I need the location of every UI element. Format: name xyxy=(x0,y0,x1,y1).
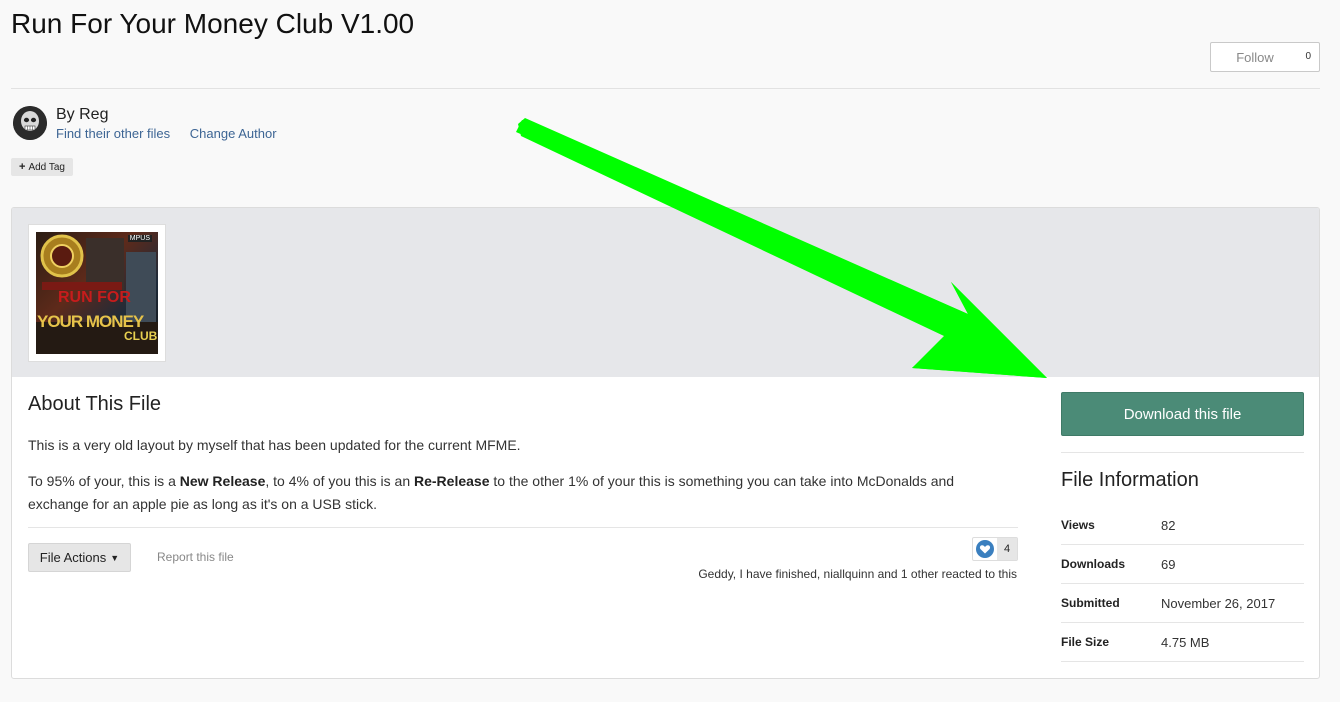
avatar[interactable] xyxy=(13,106,47,140)
follow-button[interactable]: Follow 0 xyxy=(1210,42,1320,72)
file-info-row: Submitted November 26, 2017 xyxy=(1061,584,1304,623)
file-thumbnail[interactable]: MPUS RUN FOR YOUR MONEY CLUB xyxy=(28,224,166,362)
follow-label: Follow xyxy=(1236,49,1274,65)
author-links: Find their other files Change Author xyxy=(56,126,293,141)
download-button[interactable]: Download this file xyxy=(1061,392,1304,436)
file-header-band: MPUS RUN FOR YOUR MONEY CLUB xyxy=(12,208,1319,377)
report-file-link[interactable]: Report this file xyxy=(157,550,234,564)
add-tag-label: Add Tag xyxy=(28,161,65,173)
thumbnail-image: MPUS RUN FOR YOUR MONEY CLUB xyxy=(36,232,158,354)
heart-icon xyxy=(973,538,997,560)
file-info-value: 4.75 MB xyxy=(1161,634,1210,650)
file-info-row: File Size 4.75 MB xyxy=(1061,623,1304,662)
plus-icon: + xyxy=(19,161,26,173)
follow-count: 0 xyxy=(1305,51,1311,62)
file-actions-button[interactable]: File Actions ▼ xyxy=(28,543,131,572)
file-actions-label: File Actions xyxy=(39,550,107,565)
about-title: About This File xyxy=(28,393,162,415)
divider xyxy=(11,88,1320,89)
change-author-link[interactable]: Change Author xyxy=(190,126,277,141)
file-info-row: Views 82 xyxy=(1061,506,1304,545)
thumbnail-badge: MPUS xyxy=(127,235,152,242)
file-info-table: Views 82 Downloads 69 Submitted November… xyxy=(1061,506,1304,662)
file-info-key: Submitted xyxy=(1061,596,1120,610)
page-title: Run For Your Money Club V1.00 xyxy=(11,8,415,39)
author-byline: By Reg xyxy=(56,106,109,123)
find-other-files-link[interactable]: Find their other files xyxy=(56,126,170,141)
divider xyxy=(28,527,1018,528)
caret-down-icon: ▼ xyxy=(110,552,120,563)
description-para1: This is a very old layout by myself that… xyxy=(28,437,521,453)
file-info-value: 69 xyxy=(1161,556,1176,572)
file-info-key: File Size xyxy=(1061,635,1110,649)
file-info-value: 82 xyxy=(1161,517,1176,533)
description-para2: To 95% of your, this is a New Release, t… xyxy=(28,473,955,512)
reaction-button[interactable]: 4 xyxy=(972,537,1018,561)
file-info-key: Views xyxy=(1061,518,1095,532)
file-info-value: November 26, 2017 xyxy=(1161,595,1276,611)
divider xyxy=(1061,452,1304,453)
file-description: This is a very old layout by myself that… xyxy=(28,434,1018,529)
add-tag-button[interactable]: + Add Tag xyxy=(11,158,73,176)
thumbnail-line1: RUN FOR xyxy=(58,289,131,306)
thumbnail-line3: CLUB xyxy=(124,329,158,343)
file-info-title: File Information xyxy=(1061,469,1199,491)
reaction-count: 4 xyxy=(997,538,1017,560)
reaction-summary[interactable]: Geddy, I have finished, niallquinn and 1… xyxy=(698,567,1017,581)
file-info-row: Downloads 69 xyxy=(1061,545,1304,584)
file-info-key: Downloads xyxy=(1061,557,1126,571)
file-card: MPUS RUN FOR YOUR MONEY CLUB About This … xyxy=(11,207,1320,679)
